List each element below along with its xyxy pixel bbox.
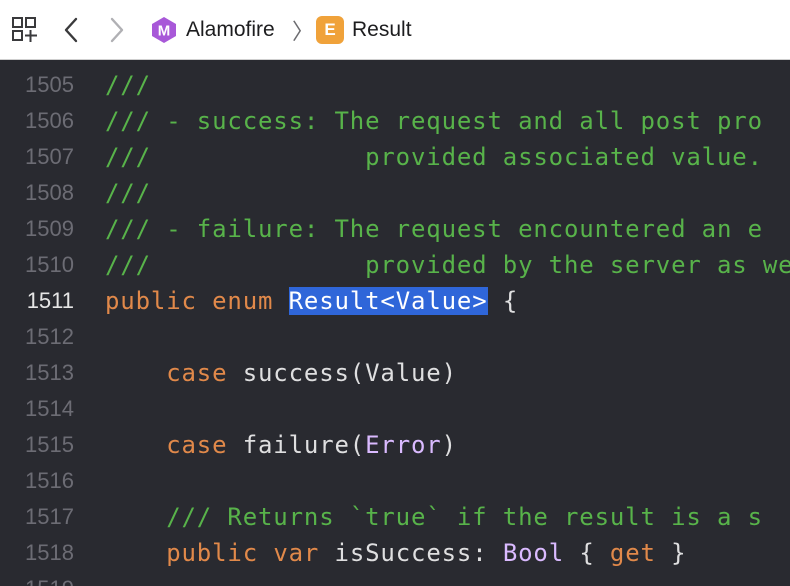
code-line[interactable]: 1514 xyxy=(0,391,790,427)
code-token: case xyxy=(166,431,228,459)
code-text: case success(Value) xyxy=(105,359,457,387)
code-token: isSuccess: xyxy=(319,539,503,567)
line-number: 1514 xyxy=(25,396,74,421)
source-editor[interactable]: 1505 /// 1506 /// - success: The request an… xyxy=(0,60,790,586)
line-number: 1509 xyxy=(25,216,74,241)
code-token: { xyxy=(564,539,610,567)
code-token: /// xyxy=(105,179,151,207)
breadcrumb-separator: 〉 xyxy=(292,19,315,44)
code-line[interactable]: 1513 case success(Value) xyxy=(0,355,790,391)
code-token: case xyxy=(166,359,228,387)
line-number: 1517 xyxy=(25,504,74,529)
code-text: public var isSuccess: Bool { get } xyxy=(105,539,686,567)
code-token: get xyxy=(609,539,656,567)
code-line[interactable]: 1508 /// xyxy=(0,175,790,211)
code-token: /// Returns `true` if the result is a s xyxy=(105,503,763,531)
code-token: public xyxy=(105,287,197,315)
code-line[interactable]: 1505 /// xyxy=(0,67,790,103)
code-line[interactable]: 1512 xyxy=(0,319,790,355)
chevron-right-icon xyxy=(110,17,124,43)
code-line[interactable]: 1507 /// provided associated value. xyxy=(0,139,790,175)
svg-text:M: M xyxy=(158,23,171,40)
line-number: 1508 xyxy=(25,180,74,205)
code-token: failure( xyxy=(227,431,366,459)
breadcrumb-file-label: Result xyxy=(352,18,412,41)
line-number: 1512 xyxy=(25,324,74,349)
code-token: ) xyxy=(441,431,457,459)
code-line[interactable]: 1509 /// - failure: The request encounter… xyxy=(0,211,790,247)
code-text: /// - failure: The request encountered a… xyxy=(105,215,763,243)
line-number: 1507 xyxy=(25,144,74,169)
line-number: 1518 xyxy=(25,540,74,565)
code-line[interactable]: 1516 xyxy=(0,463,790,499)
code-text: /// - success: The request and all post … xyxy=(105,107,763,135)
code-token: Error xyxy=(365,431,442,459)
code-token: Bool xyxy=(502,539,565,567)
code-line[interactable]: 1517 /// Returns `true` if the result is… xyxy=(0,499,790,535)
code-token: enum xyxy=(212,287,274,315)
code-text: /// provided associated value. xyxy=(105,143,763,171)
code-token: /// - failure: The request encountered a… xyxy=(105,215,763,243)
forward-button[interactable] xyxy=(106,0,128,60)
code-token: var xyxy=(273,539,320,567)
line-number: 1510 xyxy=(25,252,74,277)
code-token: { xyxy=(487,287,519,315)
code-line[interactable]: 1510 /// provided by the server as we xyxy=(0,247,790,283)
project-icon: M xyxy=(152,17,176,43)
code-line[interactable]: 1518 public var isSuccess: Bool { get } xyxy=(0,535,790,571)
enum-file-icon: E xyxy=(316,16,344,44)
code-text: /// provided by the server as we xyxy=(105,251,790,279)
line-number: 1505 xyxy=(25,72,74,97)
code-text: /// xyxy=(105,71,151,99)
code-text: case failure(Error) xyxy=(105,431,457,459)
line-number: 1516 xyxy=(25,468,74,493)
code-token: /// provided associated value. xyxy=(105,143,763,171)
code-token: /// xyxy=(105,71,151,99)
code-text: /// Returns `true` if the result is a s xyxy=(105,503,763,531)
line-number: 1513 xyxy=(25,360,74,385)
code-token: public xyxy=(166,539,258,567)
line-number: 1519 xyxy=(0,576,74,586)
code-token: /// - success: The request and all post … xyxy=(105,107,763,135)
back-button[interactable] xyxy=(60,0,82,60)
code-text: /// xyxy=(105,179,151,207)
selected-text: Result<Value> xyxy=(288,287,488,315)
code-line[interactable]: 1506 /// - success: The request and all p… xyxy=(0,103,790,139)
line-number: 1511 xyxy=(26,288,74,313)
code-token: /// provided by the server as we xyxy=(105,251,790,279)
related-items-grid-icon[interactable] xyxy=(11,0,39,60)
code-line[interactable]: 1515 case failure(Error) xyxy=(0,427,790,463)
code-text: public enum Result<Value> { xyxy=(105,287,518,315)
jump-bar: M Alamofire 〉 E Result xyxy=(0,0,790,60)
chevron-left-icon xyxy=(64,17,78,43)
code-token: success(Value) xyxy=(227,359,457,387)
code-line[interactable]: 1511 public enum Result<Value> { xyxy=(0,283,790,319)
line-number: 1506 xyxy=(25,108,74,133)
code-token: } xyxy=(655,539,687,567)
code-line[interactable]: 1519 xyxy=(0,571,790,586)
line-number: 1515 xyxy=(25,432,74,457)
breadcrumb-project-label: Alamofire xyxy=(186,18,275,41)
breadcrumb-file[interactable]: E Result xyxy=(316,0,412,60)
breadcrumb-project[interactable]: M Alamofire xyxy=(150,0,275,60)
